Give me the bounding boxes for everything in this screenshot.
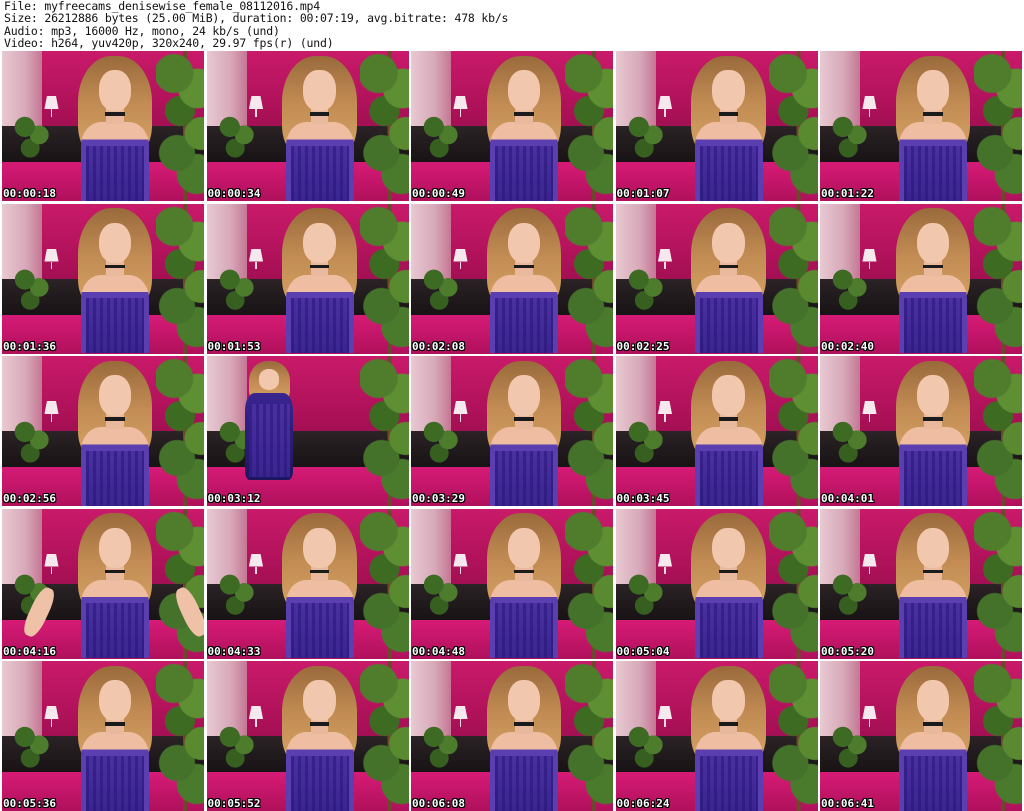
- thumbnail-timestamp: 00:04:48: [412, 644, 465, 658]
- video-thumbnail[interactable]: 00:01:36: [2, 203, 204, 354]
- thumbnail-frame-image: [615, 356, 818, 506]
- video-thumbnail[interactable]: 00:00:34: [206, 51, 409, 201]
- thumbnail-timestamp: 00:02:25: [616, 339, 670, 353]
- video-thumbnail[interactable]: 00:02:40: [820, 203, 1022, 354]
- video-info-line: Video: h264, yuv420p, 320x240, 29.97 fps…: [4, 36, 334, 51]
- video-thumbnail[interactable]: 00:02:25: [615, 203, 818, 354]
- thumbnail-frame-image: [206, 356, 409, 506]
- thumbnail-timestamp: 00:02:08: [412, 339, 465, 353]
- thumbnail-timestamp: 00:03:12: [207, 492, 261, 505]
- thumbnail-timestamp: 00:03:29: [412, 492, 465, 505]
- thumbnail-frame-image: [411, 508, 613, 659]
- thumbnail-timestamp: 00:06:24: [616, 797, 670, 810]
- thumbnail-frame-image: [615, 203, 818, 354]
- thumbnail-frame-image: [2, 661, 204, 811]
- thumbnail-frame-image: [820, 203, 1022, 354]
- thumbnail-frame-image: [206, 661, 409, 811]
- thumbnail-timestamp: 00:04:33: [207, 644, 261, 658]
- video-thumbnail[interactable]: 00:04:48: [411, 508, 613, 659]
- video-thumbnail[interactable]: 00:05:04: [615, 508, 818, 659]
- thumbnail-frame-image: [2, 356, 204, 506]
- video-thumbnail[interactable]: 00:00:18: [2, 51, 204, 201]
- thumbnail-frame-image: [615, 661, 818, 811]
- thumbnail-frame-image: [820, 508, 1022, 659]
- thumbnail-frame-image: [615, 508, 818, 659]
- thumbnail-timestamp: 00:00:34: [207, 187, 261, 200]
- video-thumbnail[interactable]: 00:01:07: [615, 51, 818, 201]
- video-thumbnail[interactable]: 00:04:16: [2, 508, 204, 659]
- video-thumbnail[interactable]: 00:05:52: [206, 661, 409, 811]
- thumbnail-frame-image: [411, 51, 613, 201]
- thumbnail-timestamp: 00:02:40: [821, 339, 874, 353]
- thumbnail-timestamp: 00:05:04: [616, 644, 670, 658]
- thumbnail-timestamp: 00:03:45: [616, 492, 670, 505]
- video-thumbnail[interactable]: 00:02:08: [411, 203, 613, 354]
- thumbnail-frame-image: [820, 51, 1022, 201]
- thumbnail-frame-image: [206, 508, 409, 659]
- thumbnail-timestamp: 00:04:01: [821, 492, 874, 505]
- video-thumbnail[interactable]: 00:03:45: [615, 356, 818, 506]
- video-thumbnail[interactable]: 00:06:41: [820, 661, 1022, 811]
- video-thumbnail[interactable]: 00:00:49: [411, 51, 613, 201]
- thumbnail-frame-image: [2, 51, 204, 201]
- video-thumbnail[interactable]: 00:04:01: [820, 356, 1022, 506]
- thumbnail-frame-image: [206, 51, 409, 201]
- thumbnail-timestamp: 00:04:16: [3, 644, 56, 658]
- video-thumbnail[interactable]: 00:01:22: [820, 51, 1022, 201]
- video-thumbnail[interactable]: 00:03:29: [411, 356, 613, 506]
- thumbnail-frame-image: [2, 508, 204, 659]
- thumbnail-timestamp: 00:00:18: [3, 187, 56, 200]
- thumbnail-frame-image: [206, 203, 409, 354]
- thumbnail-timestamp: 00:05:36: [3, 797, 56, 810]
- video-thumbnail[interactable]: 00:06:08: [411, 661, 613, 811]
- thumbnail-timestamp: 00:06:08: [412, 797, 465, 810]
- video-thumbnail[interactable]: 00:05:20: [820, 508, 1022, 659]
- thumbnail-timestamp: 00:01:53: [207, 339, 261, 353]
- thumbnail-frame-image: [820, 356, 1022, 506]
- thumbnail-frame-image: [615, 51, 818, 201]
- thumbnail-timestamp: 00:05:20: [821, 644, 874, 658]
- thumbnail-frame-image: [2, 203, 204, 354]
- video-thumbnail[interactable]: 00:06:24: [615, 661, 818, 811]
- video-thumbnail[interactable]: 00:04:33: [206, 508, 409, 659]
- thumbnail-frame-image: [411, 356, 613, 506]
- thumbnail-frame-image: [411, 203, 613, 354]
- thumbnail-timestamp: 00:02:56: [3, 492, 56, 505]
- video-thumbnail[interactable]: 00:05:36: [2, 661, 204, 811]
- video-thumbnail[interactable]: 00:02:56: [2, 356, 204, 506]
- file-info-header: File: myfreecams_denisewise_female_08112…: [4, 0, 1020, 50]
- thumbnail-timestamp: 00:00:49: [412, 187, 465, 200]
- file-size-line: Size: 26212886 bytes (25.00 MiB), durati…: [4, 11, 509, 26]
- thumbnail-frame-image: [820, 661, 1022, 811]
- thumbnail-timestamp: 00:01:36: [3, 339, 56, 353]
- thumbnail-grid: 00:00:18 00:00:34 00:00:49 00:01:07 00:01:22…: [2, 51, 1022, 811]
- video-thumbnail[interactable]: 00:01:53: [206, 203, 409, 354]
- thumbnail-timestamp: 00:05:52: [207, 797, 261, 810]
- video-thumbnail[interactable]: 00:03:12: [206, 356, 409, 506]
- thumbnail-timestamp: 00:01:07: [616, 187, 670, 200]
- thumbnail-frame-image: [411, 661, 613, 811]
- thumbnail-timestamp: 00:06:41: [821, 797, 874, 810]
- thumbnail-timestamp: 00:01:22: [821, 187, 874, 200]
